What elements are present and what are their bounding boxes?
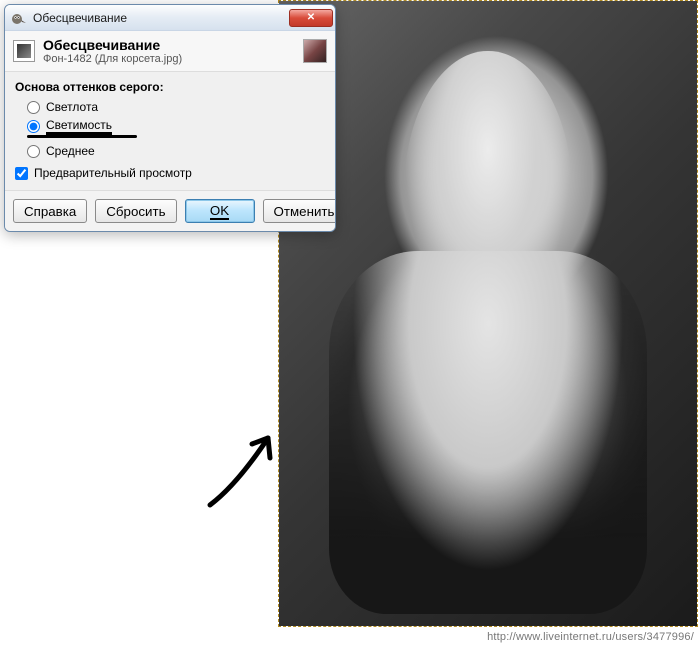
dialog-subtitle: Фон-1482 (Для корсета.jpg) xyxy=(43,53,182,65)
app-icon xyxy=(11,10,27,26)
reset-button-label: Сбросить xyxy=(106,204,165,219)
preview-label: Предварительный просмотр xyxy=(34,166,192,180)
annotation-arrow xyxy=(200,420,290,510)
window-close-button[interactable]: ✕ xyxy=(289,9,333,27)
ok-button[interactable]: OK xyxy=(185,199,255,223)
radio-lightness-input[interactable] xyxy=(27,101,40,114)
dialog-title: Обесцвечивание xyxy=(43,37,182,53)
close-icon: ✕ xyxy=(307,12,315,23)
selection-marquee xyxy=(278,0,698,627)
ok-button-label: OK xyxy=(210,203,229,220)
cancel-button-label: Отменить xyxy=(274,204,335,219)
button-bar: Справка Сбросить OK Отменить xyxy=(5,190,335,231)
radio-luminosity-label: Светимость xyxy=(46,118,112,135)
layer-thumbnail xyxy=(303,39,327,63)
annotation-underline xyxy=(27,135,137,138)
preview-checkbox[interactable] xyxy=(15,167,28,180)
cancel-button[interactable]: Отменить xyxy=(263,199,336,223)
help-button-label: Справка xyxy=(24,204,76,219)
watermark-text: http://www.liveinternet.ru/users/3477996… xyxy=(487,631,694,643)
radio-lightness[interactable]: Светлота xyxy=(15,98,325,116)
radio-lightness-label: Светлота xyxy=(46,100,98,114)
preview-checkbox-row[interactable]: Предварительный просмотр xyxy=(15,160,325,182)
titlebar[interactable]: Обесцвечивание ✕ xyxy=(5,5,335,31)
dialog-header: Обесцвечивание Фон-1482 (Для корсета.jpg… xyxy=(5,31,335,72)
reset-button[interactable]: Сбросить xyxy=(95,199,176,223)
radio-average[interactable]: Среднее xyxy=(15,142,325,160)
group-label: Основа оттенков серого: xyxy=(15,80,325,94)
window-title: Обесцвечивание xyxy=(33,11,289,25)
radio-average-input[interactable] xyxy=(27,145,40,158)
desaturate-dialog: Обесцвечивание ✕ Обесцвечивание Фон-1482… xyxy=(4,4,336,232)
radio-luminosity[interactable]: Светимость xyxy=(15,116,325,137)
image-canvas[interactable] xyxy=(278,0,700,647)
radio-luminosity-input[interactable] xyxy=(27,120,40,133)
radio-average-label: Среднее xyxy=(46,144,95,158)
desaturate-icon xyxy=(13,40,35,62)
help-button[interactable]: Справка xyxy=(13,199,87,223)
